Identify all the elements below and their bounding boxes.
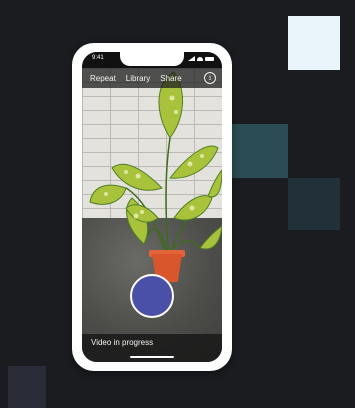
decorative-tile-dark: [288, 178, 340, 230]
status-bar-bottom: Video in progress: [82, 334, 222, 362]
recording-status-text: Video in progress: [91, 338, 154, 347]
share-button[interactable]: Share: [160, 74, 181, 83]
home-indicator[interactable]: [130, 356, 174, 358]
battery-icon: [205, 56, 214, 61]
decorative-tile-white: [288, 16, 340, 70]
phone-screen: 9:41 Repeat Library Share i Video in pro…: [82, 52, 222, 362]
library-button[interactable]: Library: [126, 74, 150, 83]
houseplant-icon: [89, 71, 222, 255]
info-icon[interactable]: i: [204, 72, 216, 84]
record-button[interactable]: [130, 274, 174, 318]
camera-toolbar: Repeat Library Share i: [82, 68, 222, 88]
phone-notch: [120, 52, 184, 66]
decorative-tile-slate: [8, 366, 46, 408]
decorative-tile-teal: [232, 124, 288, 178]
status-time: 9:41: [92, 55, 104, 61]
signal-icon: [188, 56, 195, 61]
status-icons: [188, 56, 214, 61]
repeat-button[interactable]: Repeat: [90, 74, 116, 83]
camera-viewfinder: [82, 68, 222, 362]
phone-frame: 9:41 Repeat Library Share i Video in pro…: [72, 43, 232, 371]
wifi-icon: [197, 56, 203, 61]
